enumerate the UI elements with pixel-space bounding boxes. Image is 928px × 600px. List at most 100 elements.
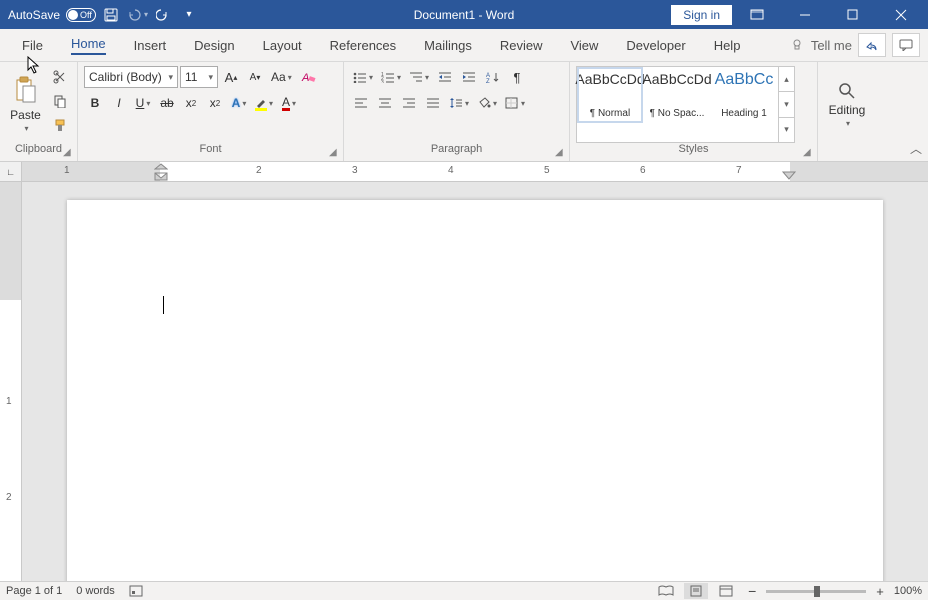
indent-marker-icon[interactable] xyxy=(154,163,168,181)
share-button[interactable] xyxy=(858,33,886,57)
tab-selector[interactable]: ∟ xyxy=(0,162,22,181)
style-normal[interactable]: AaBbCcDd ¶ Normal xyxy=(577,67,643,123)
tab-help[interactable]: Help xyxy=(700,29,755,62)
horizontal-ruler[interactable]: ∟ 1 2 3 4 5 6 7 xyxy=(0,162,928,182)
show-hide-marks-button[interactable]: ¶ xyxy=(506,66,528,88)
autosave-toggle[interactable]: AutoSave Off xyxy=(8,8,96,22)
decrease-indent-button[interactable] xyxy=(434,66,456,88)
subscript-button[interactable]: x2 xyxy=(180,92,202,114)
minimize-button[interactable] xyxy=(782,0,828,29)
gallery-up-button[interactable]: ▴ xyxy=(779,67,794,92)
close-button[interactable] xyxy=(878,0,924,29)
align-right-button[interactable] xyxy=(398,92,420,114)
group-styles: AaBbCcDd ¶ Normal AaBbCcDd ¶ No Spac... … xyxy=(570,62,818,161)
svg-text:3: 3 xyxy=(381,80,384,83)
print-layout-button[interactable] xyxy=(684,583,708,599)
increase-indent-button[interactable] xyxy=(458,66,480,88)
read-mode-button[interactable] xyxy=(654,583,678,599)
borders-button[interactable]: ▾ xyxy=(502,92,528,114)
tell-me-search[interactable]: Tell me xyxy=(791,38,852,53)
font-name-combo[interactable]: Calibri (Body)▾ xyxy=(84,66,178,88)
shading-button[interactable]: ▾ xyxy=(474,92,500,114)
font-size-combo[interactable]: 11▾ xyxy=(180,66,218,88)
superscript-button[interactable]: x2 xyxy=(204,92,226,114)
undo-button[interactable]: ▾ xyxy=(126,4,148,26)
comments-button[interactable] xyxy=(892,33,920,57)
sort-button[interactable]: AZ xyxy=(482,66,504,88)
align-center-button[interactable] xyxy=(374,92,396,114)
right-indent-marker-icon[interactable] xyxy=(782,171,796,180)
bullets-button[interactable]: ▾ xyxy=(350,66,376,88)
font-launcher[interactable]: ◢ xyxy=(329,147,341,159)
align-center-icon xyxy=(378,97,392,109)
page-viewport[interactable] xyxy=(22,182,928,581)
grow-font-button[interactable]: A▴ xyxy=(220,66,242,88)
highlight-button[interactable]: ▾ xyxy=(252,92,276,114)
clear-formatting-button[interactable]: A xyxy=(297,66,319,88)
word-count-status[interactable]: 0 words xyxy=(76,585,115,597)
sign-in-button[interactable]: Sign in xyxy=(671,5,732,25)
tab-insert[interactable]: Insert xyxy=(120,29,181,62)
italic-button[interactable]: I xyxy=(108,92,130,114)
paragraph-launcher[interactable]: ◢ xyxy=(555,147,567,159)
paste-button[interactable]: Paste ▾ xyxy=(6,66,45,143)
multilevel-icon xyxy=(409,71,423,83)
web-layout-button[interactable] xyxy=(714,583,738,599)
customize-qat-button[interactable]: ▾ xyxy=(178,4,200,26)
tab-design[interactable]: Design xyxy=(180,29,248,62)
macro-status-icon[interactable] xyxy=(129,585,143,597)
zoom-level[interactable]: 100% xyxy=(894,585,922,597)
style-no-spacing[interactable]: AaBbCcDd ¶ No Spac... xyxy=(644,67,710,123)
styles-launcher[interactable]: ◢ xyxy=(803,147,815,159)
tab-home[interactable]: Home xyxy=(57,29,120,62)
zoom-out-button[interactable]: − xyxy=(744,583,760,599)
tab-references[interactable]: References xyxy=(316,29,410,62)
tab-view[interactable]: View xyxy=(556,29,612,62)
gallery-down-button[interactable]: ▾ xyxy=(779,92,794,117)
numbering-icon: 123 xyxy=(381,71,395,83)
justify-button[interactable] xyxy=(422,92,444,114)
font-color-button[interactable]: A▾ xyxy=(278,92,300,114)
vertical-ruler[interactable]: 1 2 xyxy=(0,182,22,581)
borders-icon xyxy=(505,97,519,109)
tab-developer[interactable]: Developer xyxy=(612,29,699,62)
tab-review[interactable]: Review xyxy=(486,29,557,62)
tab-mailings[interactable]: Mailings xyxy=(410,29,486,62)
clipboard-launcher[interactable]: ◢ xyxy=(63,147,75,159)
page[interactable] xyxy=(67,200,883,581)
shrink-font-button[interactable]: A▾ xyxy=(244,66,266,88)
editing-button[interactable]: Editing ▾ xyxy=(825,66,869,143)
page-number-status[interactable]: Page 1 of 1 xyxy=(6,585,62,597)
tab-layout[interactable]: Layout xyxy=(249,29,316,62)
strikethrough-button[interactable]: ab xyxy=(156,92,178,114)
group-font: Calibri (Body)▾ 11▾ A▴ A▾ Aa▾ A B I U▾ xyxy=(78,62,344,161)
align-left-button[interactable] xyxy=(350,92,372,114)
copy-button[interactable] xyxy=(49,90,71,112)
group-paragraph: ▾ 123▾ ▾ AZ ¶ ▾ ▾ ▾ P xyxy=(344,62,570,161)
gallery-more-button[interactable]: ▾ xyxy=(779,118,794,142)
change-case-button[interactable]: Aa▾ xyxy=(268,66,295,88)
line-spacing-button[interactable]: ▾ xyxy=(446,92,472,114)
multilevel-list-button[interactable]: ▾ xyxy=(406,66,432,88)
redo-button[interactable] xyxy=(152,4,174,26)
autosave-label: AutoSave xyxy=(8,8,60,22)
cut-button[interactable] xyxy=(49,66,71,88)
ribbon-display-options-button[interactable] xyxy=(734,0,780,29)
chevron-down-icon: ▾ xyxy=(24,124,28,133)
maximize-button[interactable] xyxy=(830,0,876,29)
text-cursor xyxy=(163,296,164,314)
zoom-in-button[interactable]: + xyxy=(872,584,888,599)
underline-button[interactable]: U▾ xyxy=(132,92,154,114)
numbering-button[interactable]: 123▾ xyxy=(378,66,404,88)
save-button[interactable] xyxy=(100,4,122,26)
tab-file[interactable]: File xyxy=(8,29,57,62)
svg-text:Z: Z xyxy=(486,79,490,83)
text-effects-button[interactable]: A▾ xyxy=(228,92,250,114)
bucket-icon xyxy=(477,97,491,109)
zoom-slider[interactable] xyxy=(766,590,866,593)
format-painter-button[interactable] xyxy=(49,114,71,136)
document-area: 1 2 xyxy=(0,182,928,581)
style-heading-1[interactable]: AaBbCc Heading 1 xyxy=(711,67,777,123)
bold-button[interactable]: B xyxy=(84,92,106,114)
collapse-ribbon-button[interactable]: ︿ xyxy=(910,140,922,157)
